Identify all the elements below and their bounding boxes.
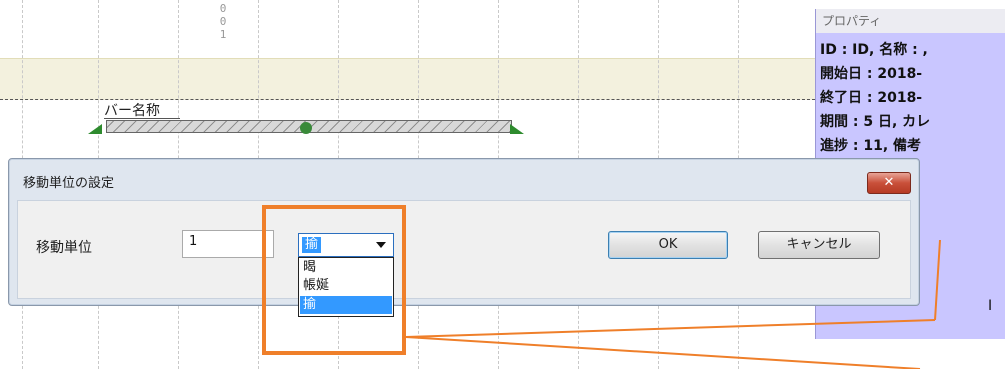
move-unit-dialog: 移動単位の設定 ✕ 移動単位 1 揄 暍 帳娫 揄 OK キャンセル [8, 158, 920, 317]
move-unit-input[interactable]: 1 [182, 230, 274, 258]
ok-button[interactable]: OK [608, 231, 728, 259]
timeline-band [0, 58, 815, 100]
properties-title: プロパティ [816, 9, 1005, 33]
close-button[interactable]: ✕ [867, 172, 911, 194]
bar-start-marker[interactable] [88, 124, 102, 134]
header-digit: 1 [219, 28, 227, 41]
edge-text: I [988, 298, 993, 314]
bar-label-underline [104, 118, 180, 119]
property-line: ID : ID, 名称 : , [820, 42, 928, 58]
header-digits: 0 0 1 [218, 2, 228, 41]
dialog-title: 移動単位の設定 [23, 176, 115, 191]
property-line: 進捗 : 11, 備考 [820, 138, 922, 154]
annotation-highlight-box [262, 205, 406, 355]
bar-label: バー名称 [104, 103, 160, 119]
header-digit: 0 [219, 15, 227, 28]
cancel-button[interactable]: キャンセル [758, 231, 880, 259]
property-line: 終了日 : 2018- [820, 90, 923, 106]
header-digit: 0 [219, 2, 227, 15]
move-unit-label: 移動単位 [36, 240, 92, 256]
bar-progress-marker[interactable] [300, 122, 312, 134]
property-line: 期間 : 5 日, カレ [820, 114, 931, 130]
dialog-body: 移動単位 1 揄 暍 帳娫 揄 OK キャンセル [17, 200, 911, 317]
property-line: 開始日 : 2018- [820, 66, 923, 82]
bar-end-marker[interactable] [510, 124, 524, 134]
